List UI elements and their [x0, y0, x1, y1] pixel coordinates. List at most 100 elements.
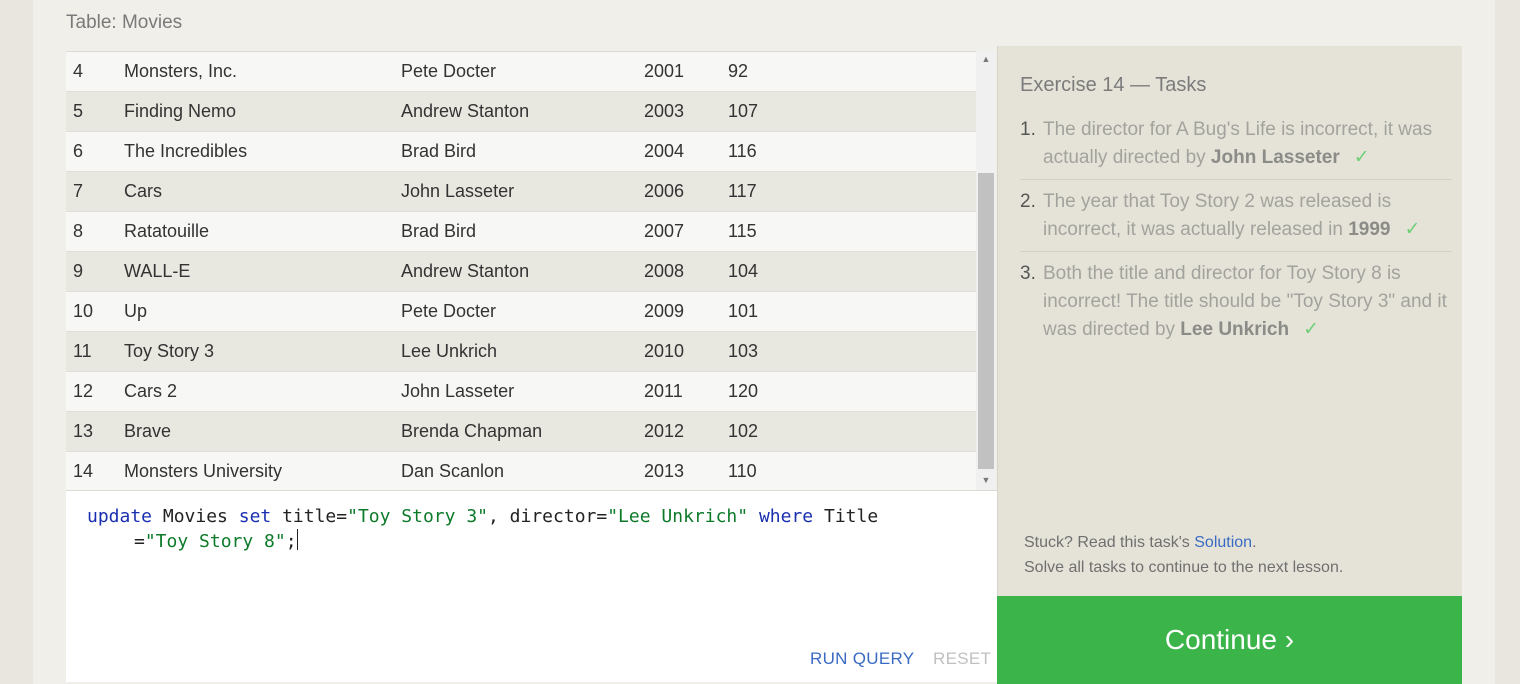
cell-year: 2012 [644, 421, 685, 441]
cell-director: Dan Scanlon [401, 461, 505, 481]
cell-director: John Lasseter [401, 381, 515, 401]
cell-id: 7 [73, 181, 84, 201]
task-text: The year that Toy Story 2 was released i… [1043, 188, 1452, 244]
cell-title: Up [124, 301, 148, 321]
cell-title: Finding Nemo [124, 101, 237, 121]
query-editor[interactable]: update Movies set title="Toy Story 3", d… [66, 490, 997, 682]
task-text: The director for A Bug's Life is incorre… [1043, 116, 1452, 172]
cell-id: 4 [73, 61, 84, 81]
cell-length: 103 [728, 341, 759, 361]
task-description: The year that Toy Story 2 was released i… [1043, 191, 1392, 240]
sql-keyword: set [238, 506, 272, 527]
cell-title: Toy Story 3 [124, 341, 215, 361]
cell-title: Brave [124, 421, 172, 441]
cell-director: Pete Docter [401, 301, 497, 321]
cell-title: WALL-E [124, 261, 191, 281]
sql-text: ; [285, 531, 297, 552]
cell-title: Ratatouille [124, 221, 210, 241]
table-row: 5 Finding Nemo Andrew Stanton 2003 107 [66, 92, 976, 132]
task-number: 1. [1020, 119, 1036, 140]
sql-keyword: where [758, 506, 814, 527]
cell-length: 116 [728, 141, 757, 161]
sql-text: Movies [152, 506, 239, 527]
cell-director: Brad Bird [401, 221, 477, 241]
cell-id: 9 [73, 261, 84, 281]
cell-length: 101 [728, 301, 759, 321]
cell-director: Brenda Chapman [401, 421, 543, 441]
cell-length: 120 [728, 381, 759, 401]
query-line-2: ="Toy Story 8"; [87, 529, 957, 554]
table-row: 6 The Incredibles Brad Bird 2004 116 [66, 132, 976, 172]
cell-id: 8 [73, 221, 84, 241]
cell-length: 117 [728, 181, 757, 201]
query-line-1: update Movies set title="Toy Story 3", d… [87, 505, 957, 529]
cell-title: Monsters, Inc. [124, 61, 238, 81]
reset-button[interactable]: RESET [933, 649, 991, 669]
cell-year: 2013 [644, 461, 685, 481]
scroll-down-arrow-icon[interactable]: ▼ [980, 474, 992, 486]
cell-id: 10 [73, 301, 94, 321]
continue-button[interactable]: Continue › [997, 596, 1462, 684]
sql-string: "Lee Unkrich" [607, 506, 749, 527]
cell-year: 2010 [644, 341, 685, 361]
cell-director: Lee Unkrich [401, 341, 498, 361]
task-item: 1. The director for A Bug's Life is incor… [1020, 116, 1452, 180]
results-scrollbar[interactable]: ▲ ▼ [976, 51, 996, 490]
sql-text: Title [813, 506, 879, 527]
cell-year: 2011 [644, 381, 683, 401]
cell-year: 2003 [644, 101, 685, 121]
scroll-up-arrow-icon[interactable]: ▲ [980, 53, 992, 65]
table-row: 8 Ratatouille Brad Bird 2007 115 [66, 212, 976, 252]
sql-string: "Toy Story 8" [144, 531, 286, 552]
stuck-help: Stuck? Read this task's Solution. Solve … [1024, 530, 1343, 580]
task-answer: John Lasseter [1210, 147, 1340, 168]
cell-director: Brad Bird [401, 141, 477, 161]
tasks-panel: Exercise 14 — Tasks 1. The director for A… [997, 46, 1462, 596]
task-list: 1. The director for A Bug's Life is incor… [1020, 116, 1452, 359]
solution-link[interactable]: Solution [1194, 534, 1252, 551]
results-table: 4 Monsters, Inc. Pete Docter 2001 92 5 Finding… [66, 51, 976, 490]
sql-text: title= [271, 506, 348, 527]
checkmark-icon: ✓ [1404, 219, 1421, 240]
cell-year: 2007 [644, 221, 685, 241]
task-item: 2. The year that Toy Story 2 was released… [1020, 188, 1452, 252]
sql-text: = [134, 531, 145, 552]
cell-length: 107 [728, 101, 759, 121]
cell-length: 104 [728, 261, 759, 281]
cell-title: The Incredibles [124, 141, 248, 161]
cell-length: 110 [728, 461, 757, 481]
task-number: 3. [1020, 263, 1036, 284]
cell-director: Pete Docter [401, 61, 497, 81]
cell-length: 92 [728, 61, 749, 81]
solve-all-note: Solve all tasks to continue to the next … [1024, 559, 1344, 576]
table-label: Table: Movies [66, 12, 183, 33]
cell-year: 2001 [644, 61, 685, 81]
cell-year: 2008 [644, 261, 685, 281]
table-row: 4 Monsters, Inc. Pete Docter 2001 92 [66, 52, 976, 92]
sql-string: "Toy Story 3" [347, 506, 488, 527]
cell-id: 11 [73, 341, 92, 361]
cell-title: Cars [124, 181, 163, 201]
cell-year: 2009 [644, 301, 685, 321]
text-cursor [296, 529, 298, 550]
cell-id: 12 [73, 381, 94, 401]
table-row: 14 Monsters University Dan Scanlon 2013 110 [66, 452, 976, 490]
task-answer: 1999 [1348, 219, 1391, 240]
checkmark-icon: ✓ [1353, 147, 1370, 168]
task-text: Both the title and director for Toy Stor… [1043, 260, 1452, 344]
cell-id: 6 [73, 141, 84, 161]
cell-director: Andrew Stanton [401, 261, 530, 281]
tasks-title: Exercise 14 — Tasks [1020, 74, 1207, 96]
table-row: 11 Toy Story 3 Lee Unkrich 2010 103 [66, 332, 976, 372]
query-code[interactable]: update Movies set title="Toy Story 3", d… [87, 505, 957, 554]
cell-title: Cars 2 [124, 381, 178, 401]
run-query-button[interactable]: RUN QUERY [810, 649, 914, 669]
cell-title: Monsters University [124, 461, 283, 481]
cell-id: 13 [73, 421, 94, 441]
table-row: 10 Up Pete Docter 2009 101 [66, 292, 976, 332]
table-row: 9 WALL-E Andrew Stanton 2008 104 [66, 252, 976, 292]
cell-year: 2006 [644, 181, 685, 201]
sql-text: , director= [488, 506, 608, 527]
scroll-thumb[interactable] [978, 173, 994, 469]
